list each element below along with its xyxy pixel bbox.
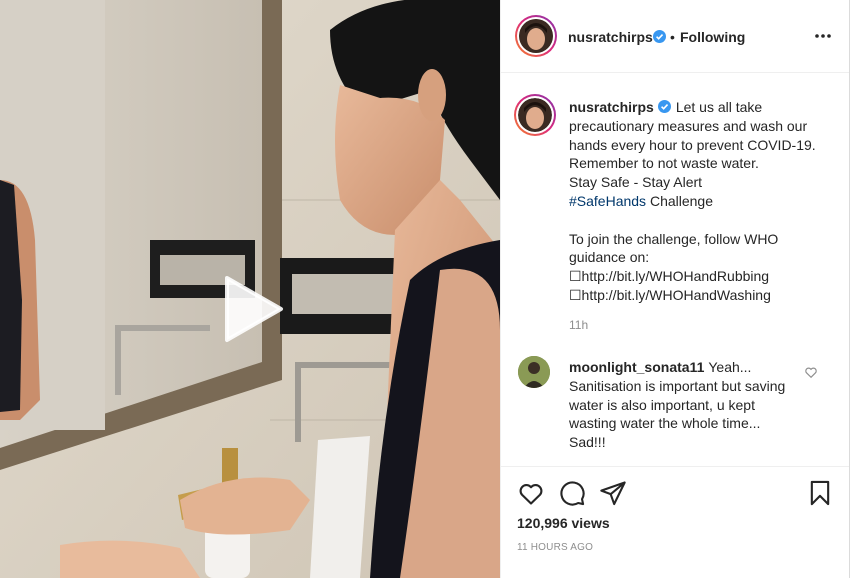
commenter-avatar[interactable] bbox=[518, 356, 550, 388]
more-options-icon[interactable] bbox=[813, 26, 833, 46]
verified-badge-icon bbox=[657, 100, 671, 113]
post-timestamp[interactable]: 11 HOURS AGO bbox=[517, 542, 593, 553]
caption-time[interactable]: 11h bbox=[569, 318, 588, 332]
commenter-username[interactable]: moonlight_sonata11 bbox=[569, 359, 704, 375]
header-username[interactable]: nusratchirps bbox=[568, 29, 653, 45]
comments-section[interactable]: nusratchirps Let us all take precautionar… bbox=[501, 74, 849, 466]
caption-join-text: To join the challenge, follow WHO guidan… bbox=[569, 230, 779, 266]
caption-username[interactable]: nusratchirps bbox=[569, 99, 654, 115]
story-ring[interactable] bbox=[515, 15, 557, 57]
post-header: nusratchirps • Following bbox=[501, 0, 849, 73]
separator-dot: • bbox=[670, 29, 675, 45]
play-button[interactable] bbox=[213, 272, 287, 346]
heart-icon[interactable] bbox=[517, 479, 545, 507]
caption-story-ring[interactable] bbox=[514, 94, 556, 136]
caption-avatar bbox=[518, 98, 552, 132]
views-count[interactable]: 120,996 views bbox=[517, 515, 610, 531]
following-button[interactable]: Following bbox=[680, 29, 745, 45]
comment: moonlight_sonata11 Yeah... Sanitisation i… bbox=[569, 358, 789, 452]
comment-icon[interactable] bbox=[558, 479, 586, 507]
hashtag-suffix: Challenge bbox=[646, 192, 713, 209]
caption-stay-safe: Stay Safe - Stay Alert bbox=[569, 174, 703, 191]
verified-badge-icon bbox=[653, 30, 666, 43]
post-side-panel: nusratchirps • Following nusratchirps Let… bbox=[500, 0, 850, 578]
play-icon bbox=[225, 276, 283, 342]
post-caption: nusratchirps Let us all take precautionar… bbox=[569, 98, 825, 305]
post-video[interactable] bbox=[0, 0, 500, 578]
hashtag-link[interactable]: #SafeHands bbox=[569, 193, 646, 209]
bookmark-icon[interactable] bbox=[806, 479, 834, 507]
link-hand-rubbing: ☐http://bit.ly/WHOHandRubbing bbox=[569, 268, 770, 285]
post-actions: 120,996 views 11 HOURS AGO bbox=[501, 466, 849, 578]
link-hand-washing: ☐http://bit.ly/WHOHandWashing bbox=[569, 286, 771, 303]
avatar bbox=[519, 19, 553, 53]
comment-heart-icon[interactable] bbox=[804, 365, 818, 379]
share-icon[interactable] bbox=[599, 479, 627, 507]
